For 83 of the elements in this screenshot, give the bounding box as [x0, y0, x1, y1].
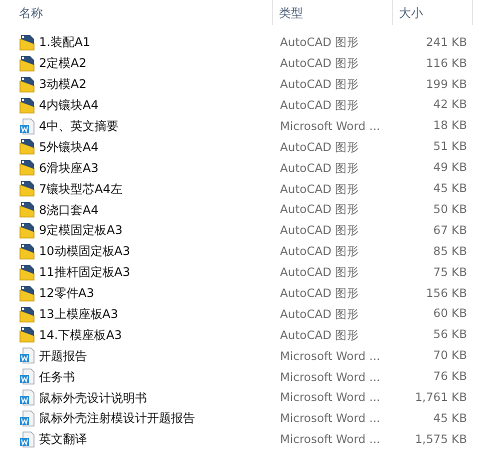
file-type: AutoCAD 图形: [280, 202, 360, 216]
file-type: Microsoft Word ...: [280, 411, 380, 426]
file-type: AutoCAD 图形: [280, 306, 360, 321]
file-size: 60 KB: [433, 305, 467, 322]
file-size: 1,575 KB: [414, 430, 467, 448]
word-document-icon: [19, 347, 35, 364]
file-type: Microsoft Word ...: [280, 348, 380, 363]
file-size: 199 KB: [426, 76, 467, 93]
file-name[interactable]: 1.装配A1: [39, 33, 90, 52]
file-name[interactable]: 14.下模座板A3: [39, 326, 122, 344]
drawing-file-icon: [19, 34, 35, 51]
file-name[interactable]: 5外镶块A4: [39, 138, 98, 156]
file-name[interactable]: 12零件A3: [39, 284, 94, 302]
word-document-icon: [19, 389, 35, 406]
drawing-file-icon: [19, 159, 35, 176]
file-name[interactable]: 9定模固定板A3: [39, 221, 122, 240]
file-size: 45 KB: [433, 180, 467, 198]
file-size: 50 KB: [433, 200, 467, 218]
file-type: AutoCAD 图形: [280, 98, 360, 112]
drawing-file-icon: [19, 96, 35, 114]
word-document-icon: [19, 368, 35, 386]
file-type: Microsoft Word ...: [280, 432, 380, 446]
file-name[interactable]: 7镶块型芯A4左: [39, 180, 122, 198]
drawing-file-icon: [19, 180, 35, 198]
file-size: 18 KB: [433, 117, 467, 134]
file-name[interactable]: 10动模固定板A3: [39, 242, 130, 260]
file-name[interactable]: 4中、英文摘要: [39, 117, 119, 135]
file-type: AutoCAD 图形: [280, 56, 360, 70]
file-name[interactable]: 4内镶块A4: [39, 96, 98, 114]
word-document-icon: [19, 430, 35, 448]
file-type: AutoCAD 图形: [280, 223, 360, 238]
file-name[interactable]: 6滑块座A3: [39, 158, 98, 177]
file-size: 75 KB: [433, 264, 467, 281]
file-type: AutoCAD 图形: [280, 244, 360, 258]
file-type: AutoCAD 图形: [280, 328, 360, 342]
file-name[interactable]: 3动模A2: [39, 75, 86, 94]
file-type: AutoCAD 图形: [280, 140, 360, 154]
file-size: 56 KB: [433, 326, 467, 344]
file-type: AutoCAD 图形: [280, 286, 360, 300]
file-size: 67 KB: [433, 222, 467, 239]
column-header[interactable]: 名称: [0, 0, 273, 25]
file-type: AutoCAD 图形: [280, 77, 360, 92]
drawing-file-icon: [19, 54, 35, 72]
file-name[interactable]: 8浇口套A4: [39, 200, 98, 219]
file-size: 116 KB: [426, 54, 467, 72]
drawing-file-icon: [19, 264, 35, 281]
drawing-file-icon: [19, 201, 35, 218]
file-type: AutoCAD 图形: [280, 182, 360, 196]
file-size: 49 KB: [433, 159, 467, 176]
file-type: Microsoft Word ...: [280, 118, 380, 133]
word-document-icon: [19, 410, 35, 427]
file-name[interactable]: 13上模座板A3: [39, 305, 118, 324]
drawing-file-icon: [19, 222, 35, 239]
file-name[interactable]: 英文翻译: [39, 430, 87, 448]
file-name[interactable]: 开题报告: [39, 346, 87, 365]
file-size: 156 KB: [426, 284, 467, 302]
drawing-file-icon: [19, 284, 35, 302]
file-name[interactable]: 鼠标外壳注射模设计开题报告: [39, 409, 195, 428]
file-size: 241 KB: [426, 34, 467, 51]
column-header[interactable]: 大小: [393, 0, 473, 25]
file-type: AutoCAD 图形: [280, 35, 360, 50]
file-size: 70 KB: [433, 347, 467, 364]
file-type: AutoCAD 图形: [280, 265, 360, 280]
column-header[interactable]: 类型: [273, 0, 393, 25]
file-name[interactable]: 11推杆固定板A3: [39, 263, 130, 282]
file-type: Microsoft Word ...: [280, 370, 380, 384]
drawing-file-icon: [19, 242, 35, 260]
file-size: 45 KB: [433, 410, 467, 427]
drawing-file-icon: [19, 326, 35, 344]
file-name[interactable]: 任务书: [39, 368, 75, 386]
drawing-file-icon: [19, 76, 35, 93]
file-name[interactable]: 鼠标外壳设计说明书: [39, 388, 147, 407]
drawing-file-icon: [19, 138, 35, 156]
file-name[interactable]: 2定模A2: [39, 54, 86, 72]
file-type: AutoCAD 图形: [280, 160, 360, 175]
file-size: 1,761 KB: [414, 388, 467, 406]
file-size: 42 KB: [433, 96, 467, 114]
drawing-file-icon: [19, 306, 35, 323]
file-size: 51 KB: [433, 138, 467, 156]
file-type: Microsoft Word ...: [280, 390, 380, 404]
file-size: 76 KB: [433, 368, 467, 386]
file-size: 85 KB: [433, 242, 467, 260]
word-document-icon: [19, 118, 35, 134]
